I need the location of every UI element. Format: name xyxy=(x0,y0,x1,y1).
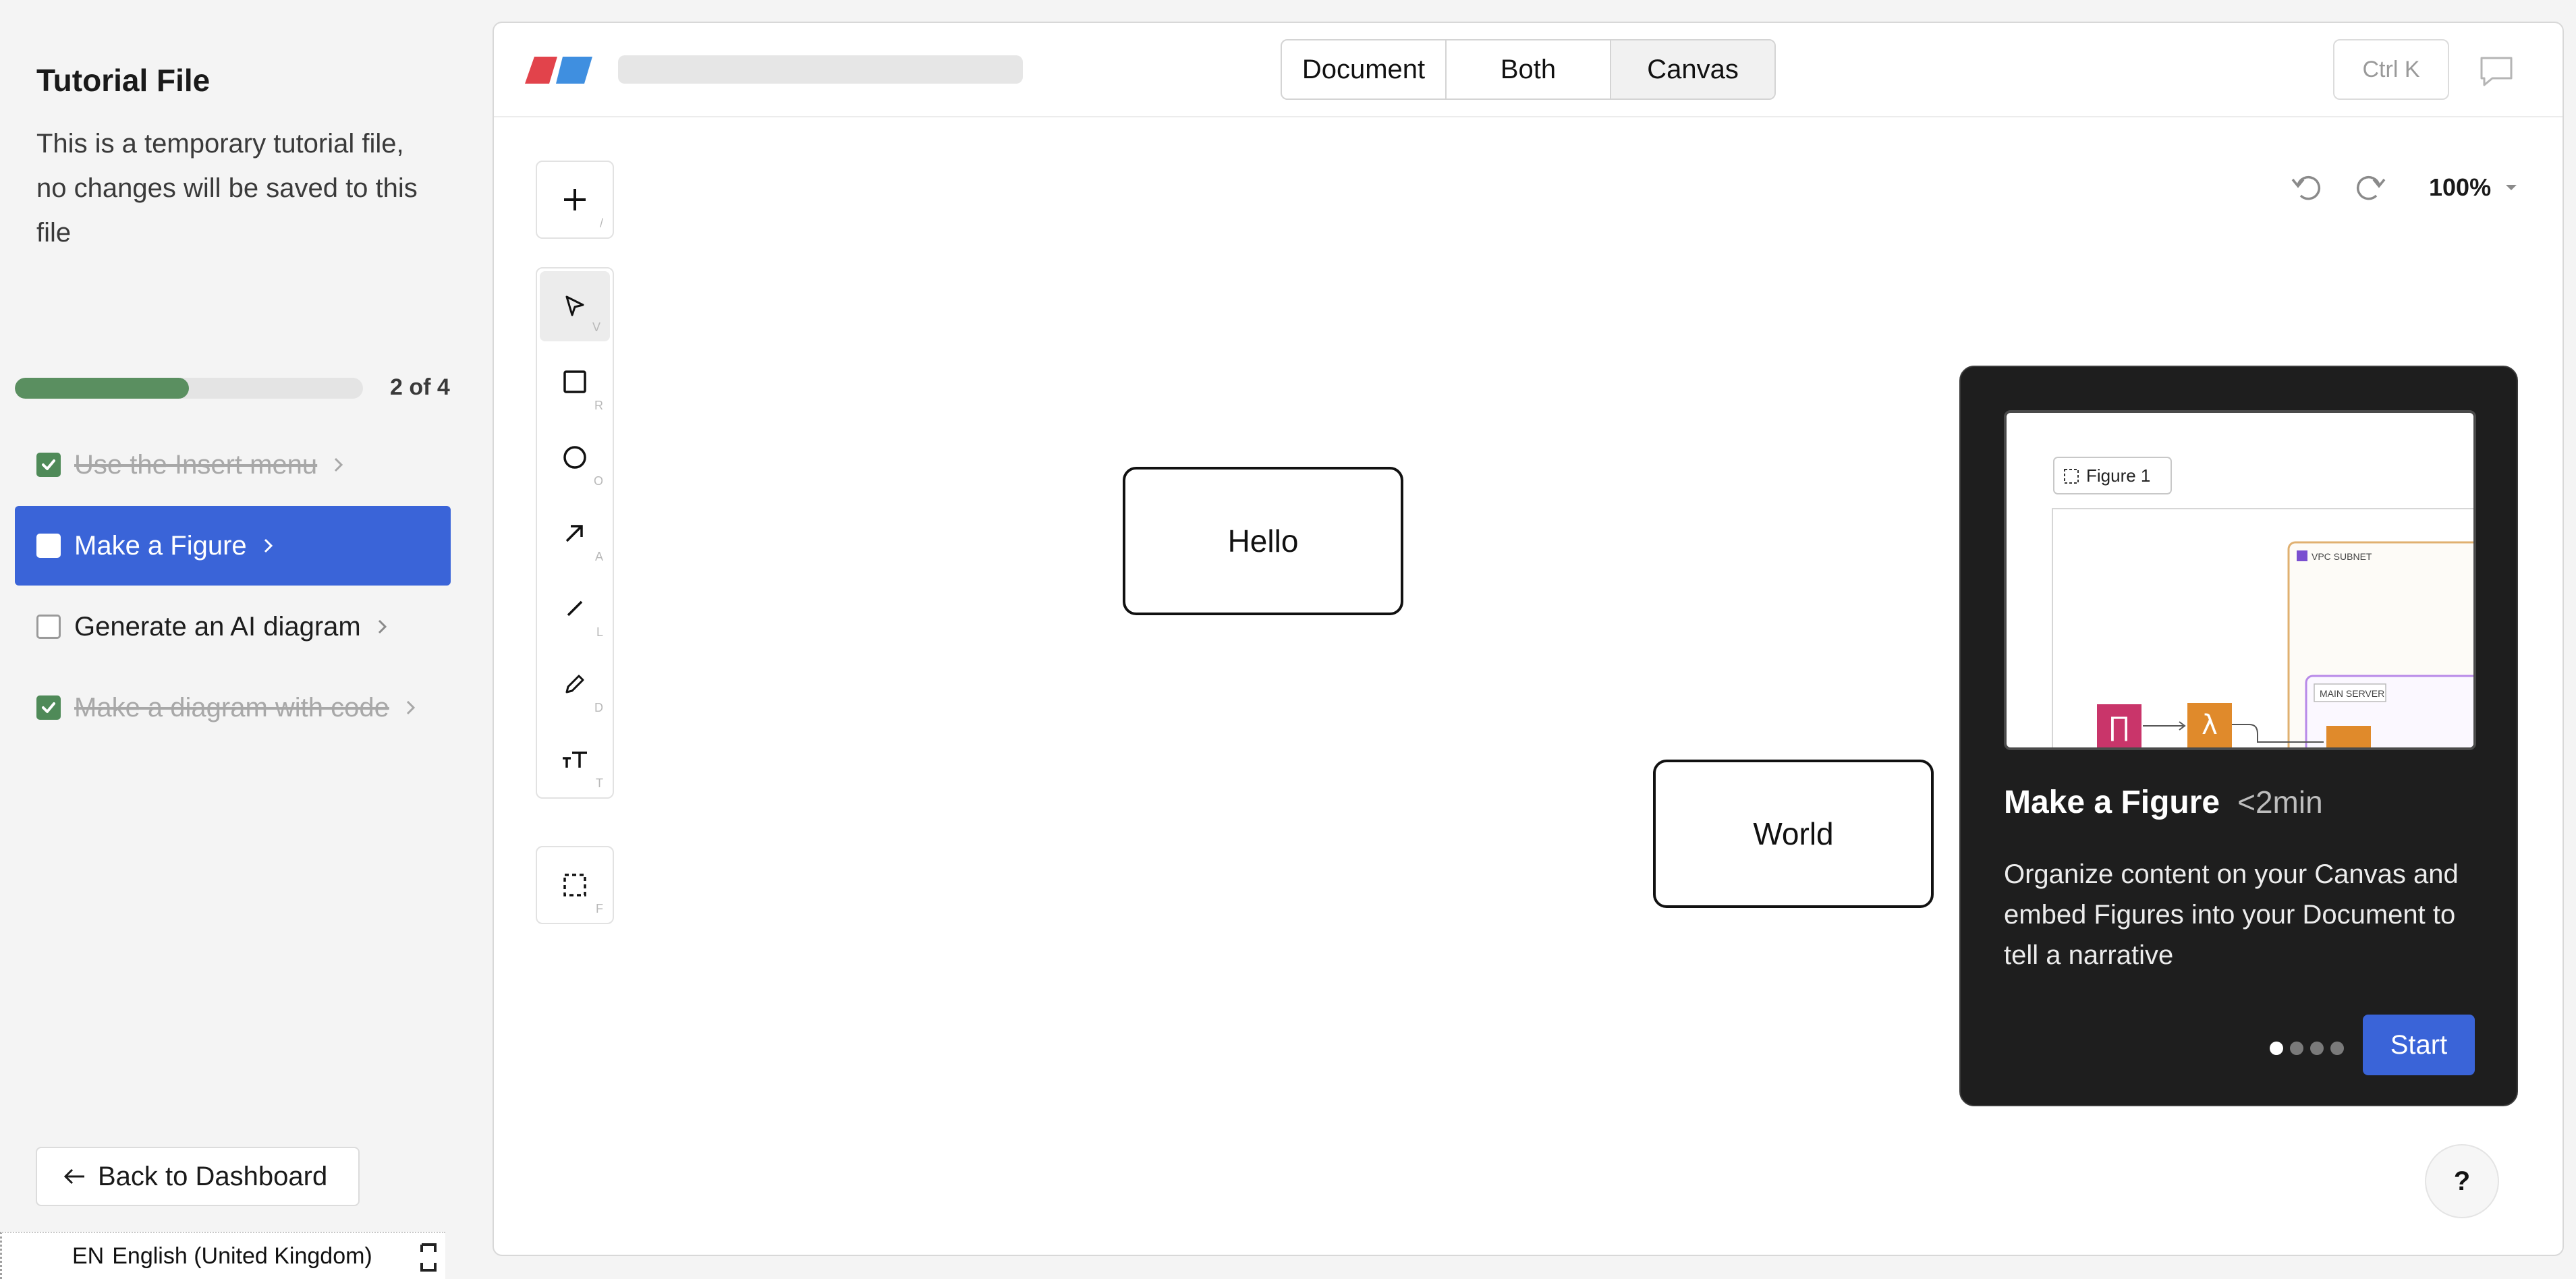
figure-tool[interactable]: F xyxy=(537,847,613,923)
figure-tool-group: F xyxy=(536,846,614,924)
line-icon xyxy=(567,600,583,617)
insert-button[interactable]: / xyxy=(537,162,613,237)
sidebar-description: This is a temporary tutorial file, no ch… xyxy=(36,129,418,248)
arrow-left-icon xyxy=(61,1166,87,1187)
tab-document[interactable]: Document xyxy=(1282,40,1447,98)
chevron-right-icon xyxy=(404,698,418,718)
sidebar-title: Tutorial File xyxy=(36,63,211,98)
square-icon xyxy=(563,370,586,393)
step-label: Make a Figure xyxy=(74,530,247,561)
shortcut-key: A xyxy=(594,550,603,563)
dashed-frame-icon xyxy=(563,874,586,897)
checked-checkbox-icon[interactable] xyxy=(36,695,61,720)
step-label: Use the Insert menu xyxy=(74,449,318,480)
checkbox-icon[interactable] xyxy=(36,615,61,639)
editor-panel: Document Both Canvas Ctrl K / V R O A L … xyxy=(493,22,2564,1256)
card-description: Organize content on your Canvas and embe… xyxy=(2004,859,2459,970)
shortcut-key: V xyxy=(592,320,600,334)
shortcut-key: T xyxy=(596,776,603,790)
step-use-insert-menu[interactable]: Use the Insert menu xyxy=(15,425,451,505)
caret-down-icon xyxy=(2504,183,2518,192)
select-tool[interactable]: V xyxy=(540,271,610,341)
undo-icon[interactable] xyxy=(2289,170,2324,205)
card-duration: <2min xyxy=(2237,785,2323,820)
zoom-dropdown[interactable]: 100% xyxy=(2429,173,2518,202)
canvas-node-world[interactable]: World xyxy=(1653,760,1934,908)
language-code: EN xyxy=(72,1243,105,1269)
language-indicator[interactable]: EN English (United Kingdom) xyxy=(0,1232,445,1279)
file-title-placeholder[interactable] xyxy=(618,55,1023,84)
shortcut-key: / xyxy=(599,217,603,230)
tab-canvas[interactable]: Canvas xyxy=(1611,40,1774,98)
canvas-node-hello[interactable]: Hello xyxy=(1123,467,1403,615)
svg-text:∏: ∏ xyxy=(2108,712,2131,741)
back-button-label: Back to Dashboard xyxy=(98,1161,328,1191)
drawing-toolbar: V R O A L D T xyxy=(536,267,614,799)
shortcut-key: R xyxy=(594,399,603,412)
history-zoom-controls: 100% xyxy=(2289,170,2518,205)
language-name: English (United Kingdom) xyxy=(112,1243,372,1269)
tutorial-card: Figure 1 VPC SUBNET MAIN SERVER ∏ λ Make… xyxy=(1959,366,2518,1106)
plus-icon xyxy=(564,189,586,210)
comment-icon[interactable] xyxy=(2477,54,2515,88)
step-label: Make a diagram with code xyxy=(74,692,389,722)
chevron-right-icon xyxy=(262,536,275,556)
arrow-tool[interactable]: A xyxy=(537,495,613,571)
step-label: Generate an AI diagram xyxy=(74,611,361,642)
cursor-icon xyxy=(565,295,584,316)
shortcut-key: F xyxy=(596,902,603,915)
pagination-dot[interactable] xyxy=(2330,1042,2344,1055)
step-generate-ai-diagram[interactable]: Generate an AI diagram xyxy=(15,587,451,666)
ellipse-tool[interactable]: O xyxy=(537,420,613,495)
card-title: Make a Figure xyxy=(2004,785,2220,820)
pen-tool[interactable]: D xyxy=(537,646,613,722)
progress-fill xyxy=(15,378,189,399)
tutorial-progress-bar xyxy=(15,378,363,399)
checked-checkbox-icon[interactable] xyxy=(36,453,61,477)
progress-label: 2 of 4 xyxy=(390,374,450,400)
app-logo-icon xyxy=(525,57,592,86)
checkbox-icon[interactable] xyxy=(36,534,61,558)
line-tool[interactable]: L xyxy=(537,571,613,646)
pagination-dot[interactable] xyxy=(2290,1042,2303,1055)
zoom-level: 100% xyxy=(2429,173,2492,201)
svg-text:λ: λ xyxy=(2202,710,2218,741)
command-palette-button[interactable]: Ctrl K xyxy=(2333,39,2449,100)
chevron-right-icon xyxy=(332,455,345,475)
figure-label: Figure 1 xyxy=(2086,465,2150,486)
subnet-label: VPC SUBNET xyxy=(2312,551,2372,562)
tab-both[interactable]: Both xyxy=(1447,40,1611,98)
shortcut-key: L xyxy=(596,625,603,639)
arrow-icon xyxy=(565,525,583,542)
pencil-icon xyxy=(565,675,584,693)
card-pagination xyxy=(2270,1042,2344,1055)
start-button[interactable]: Start xyxy=(2363,1015,2475,1075)
view-mode-toggle[interactable]: Document Both Canvas xyxy=(1281,39,1776,100)
pagination-dot[interactable] xyxy=(2310,1042,2324,1055)
top-bar: Document Both Canvas Ctrl K xyxy=(494,23,2563,117)
pagination-dot[interactable] xyxy=(2270,1042,2283,1055)
chevron-right-icon xyxy=(376,617,389,637)
shortcut-key: D xyxy=(594,701,603,714)
shortcut-key: O xyxy=(593,474,603,488)
circle-icon xyxy=(563,446,586,469)
tutorial-sidebar: Tutorial File This is a temporary tutori… xyxy=(0,0,472,1279)
back-to-dashboard-button[interactable]: Back to Dashboard xyxy=(36,1147,360,1206)
step-make-a-figure[interactable]: Make a Figure xyxy=(15,506,451,586)
card-header: Make a Figure <2min xyxy=(2004,784,2323,821)
insert-tool-group: / xyxy=(536,161,614,239)
text-tool[interactable]: T xyxy=(537,722,613,797)
step-diagram-with-code[interactable]: Make a diagram with code xyxy=(15,668,451,747)
help-button[interactable]: ? xyxy=(2425,1144,2499,1218)
redo-icon[interactable] xyxy=(2353,170,2388,205)
figure-preview-image: Figure 1 VPC SUBNET MAIN SERVER ∏ λ xyxy=(2004,410,2476,750)
text-icon xyxy=(563,751,587,768)
keyboard-layout-icon xyxy=(420,1243,437,1272)
rectangle-tool[interactable]: R xyxy=(537,344,613,420)
server-label: MAIN SERVER xyxy=(2320,688,2384,699)
